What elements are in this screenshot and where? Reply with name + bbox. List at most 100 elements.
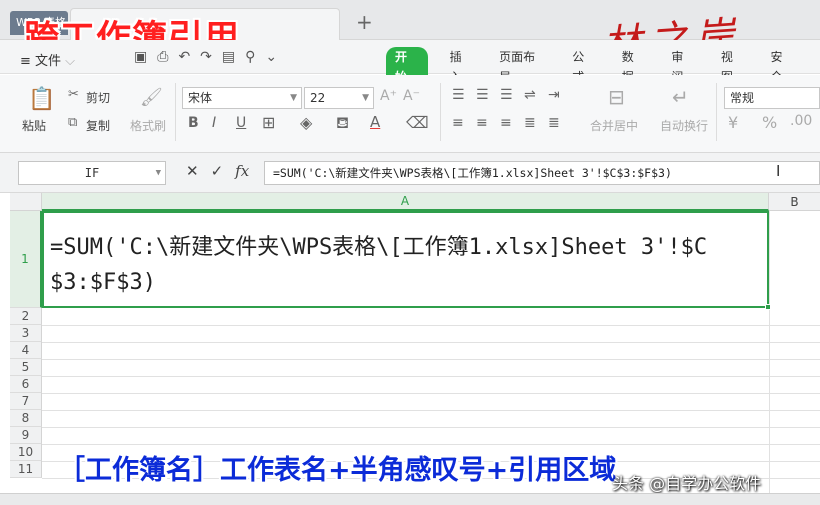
copy-icon[interactable]: ⧉ — [68, 115, 77, 130]
grid-line — [42, 376, 820, 377]
distribute-icon[interactable]: ≣ — [548, 115, 560, 131]
fill-color-icon[interactable]: ◈ — [300, 113, 312, 132]
plus-icon: + — [356, 10, 373, 34]
increase-font-icon[interactable]: A⁺ — [380, 88, 397, 104]
font-name-value: 宋体 — [188, 91, 213, 105]
divider — [175, 83, 176, 141]
brush-icon: 🖌 — [140, 87, 163, 108]
font-color-icon[interactable]: A — [370, 113, 380, 131]
select-all-corner[interactable] — [10, 193, 42, 211]
grid-line — [769, 211, 770, 493]
copy-button[interactable]: 复制 — [86, 117, 110, 134]
column-header-a[interactable]: A — [42, 193, 769, 211]
bold-icon[interactable]: B — [188, 115, 199, 131]
scissors-icon[interactable]: ✂ — [68, 87, 79, 102]
file-menu[interactable]: ≡ 文件 ⌵ — [20, 50, 75, 69]
search-icon[interactable]: ⚲ — [245, 49, 255, 65]
cell-a1[interactable]: =SUM('C:\新建文件夹\WPS表格\[工作簿1.xlsx]Sheet 3'… — [42, 211, 769, 308]
row-header-3[interactable]: 3 — [10, 325, 42, 342]
paste-icon[interactable]: 📋 — [28, 87, 55, 112]
orientation-icon[interactable]: ⇌ — [524, 87, 536, 103]
column-header-b[interactable]: B — [769, 193, 820, 211]
row-header-9[interactable]: 9 — [10, 427, 42, 444]
format-painter-button[interactable]: 格式刷 — [130, 117, 166, 134]
caption-overlay: ［工作簿名］工作表名+半角感叹号+引用区域 — [58, 455, 617, 486]
row-header-2[interactable]: 2 — [10, 308, 42, 325]
underline-icon[interactable]: U — [236, 115, 246, 131]
grid-line — [42, 325, 820, 326]
wrap-text-button[interactable]: 自动换行 — [660, 117, 708, 134]
italic-icon[interactable]: I — [212, 115, 216, 131]
eraser-icon[interactable]: ⌫ — [406, 113, 429, 132]
merge-icon: ⊟ — [608, 85, 625, 109]
confirm-icon[interactable]: ✓ — [211, 162, 224, 180]
ribbon: 📋 粘贴 ✂ 剪切 ⧉ 复制 🖌 格式刷 宋体 ▼ 22 ▼ A⁺ A⁻ B I U… — [0, 75, 820, 153]
chevron-down-icon: ▼ — [362, 93, 369, 103]
grid-line — [42, 342, 820, 343]
row-header-4[interactable]: 4 — [10, 342, 42, 359]
text-cursor-icon: I — [776, 162, 781, 180]
chevron-down-icon: ▼ — [290, 93, 297, 103]
sheet-tabs-bar — [0, 493, 820, 505]
redo-icon[interactable]: ↷ — [200, 49, 212, 65]
menu-bar: ≡ 文件 ⌵ ▣ ⎙ ↶ ↷ ▤ ⚲ ⌄ 开始 插入 页面布局 公式 数据 审阅… — [0, 40, 820, 87]
cell-a1-text: =SUM('C:\新建文件夹\WPS表格\[工作簿1.xlsx]Sheet 3'… — [50, 235, 708, 295]
percent-icon[interactable]: % — [762, 113, 777, 132]
indent-icon[interactable]: ⇥ — [548, 87, 560, 103]
align-left-icon[interactable]: ≡ — [452, 115, 464, 131]
align-right-icon[interactable]: ≡ — [500, 115, 512, 131]
align-bottom-icon[interactable]: ☰ — [500, 87, 513, 103]
name-box[interactable]: IF ▼ — [18, 161, 166, 185]
font-size-select[interactable]: 22 ▼ — [304, 87, 374, 109]
quick-access-toolbar: ▣ ⎙ ↶ ↷ ▤ ⚲ ⌄ — [134, 49, 277, 65]
percent-label: % — [762, 113, 778, 132]
print-icon[interactable]: ⎙ — [157, 49, 168, 65]
grid-line — [42, 393, 820, 394]
fx-icon[interactable]: fx — [235, 162, 249, 180]
row-header-1[interactable]: 1 — [10, 211, 42, 308]
number-format-value: 常规 — [730, 91, 755, 105]
align-center-icon[interactable]: ≡ — [476, 115, 488, 131]
cut-button[interactable]: 剪切 — [86, 89, 110, 106]
align-middle-icon[interactable]: ☰ — [476, 87, 489, 103]
grid-line — [42, 359, 820, 360]
divider — [440, 83, 441, 141]
font-name-select[interactable]: 宋体 ▼ — [182, 87, 302, 109]
chevron-down-icon: ⌵ — [65, 54, 76, 69]
paste-button[interactable]: 粘贴 — [22, 117, 46, 134]
chevron-down-icon: ▼ — [155, 168, 161, 178]
wrap-icon: ↵ — [672, 85, 689, 109]
save-icon[interactable]: ▣ — [134, 49, 147, 65]
row-header-10[interactable]: 10 — [10, 444, 42, 461]
undo-icon[interactable]: ↶ — [178, 49, 190, 65]
name-box-value: IF — [84, 166, 100, 180]
file-menu-label: ≡ 文件 — [20, 54, 62, 69]
pdf-icon[interactable]: ▤ — [222, 49, 235, 65]
decrease-font-icon[interactable]: A⁻ — [403, 88, 420, 104]
align-top-icon[interactable]: ☰ — [452, 87, 465, 103]
divider — [716, 83, 717, 141]
row-header-8[interactable]: 8 — [10, 410, 42, 427]
paint-bucket-icon[interactable]: ⛾ — [336, 113, 349, 134]
new-tab-button[interactable]: + — [356, 10, 373, 34]
justify-icon[interactable]: ≣ — [524, 115, 536, 131]
fill-handle[interactable] — [765, 304, 771, 310]
border-icon[interactable]: ⊞ — [262, 113, 275, 132]
grid-line — [42, 410, 820, 411]
grid-line — [42, 427, 820, 428]
chevron-down-icon[interactable]: ⌄ — [265, 49, 277, 65]
formula-controls: ✕ ✓ fx — [186, 162, 249, 180]
currency-icon[interactable]: ¥ — [728, 113, 738, 132]
grid-line — [42, 444, 820, 445]
row-header-7[interactable]: 7 — [10, 393, 42, 410]
row-header-11[interactable]: 11 — [10, 461, 42, 478]
watermark: 头条 @自学办公软件 — [612, 474, 762, 493]
formula-input[interactable]: =SUM('C:\新建文件夹\WPS表格\[工作簿1.xlsx]Sheet 3'… — [264, 161, 820, 185]
row-header-6[interactable]: 6 — [10, 376, 42, 393]
cancel-icon[interactable]: ✕ — [186, 162, 199, 180]
row-header-5[interactable]: 5 — [10, 359, 42, 376]
decimal-icon[interactable]: .00 — [790, 113, 812, 129]
number-format-select[interactable]: 常规 — [724, 87, 820, 109]
font-size-value: 22 — [310, 91, 326, 105]
merge-center-button[interactable]: 合并居中 — [590, 117, 638, 134]
